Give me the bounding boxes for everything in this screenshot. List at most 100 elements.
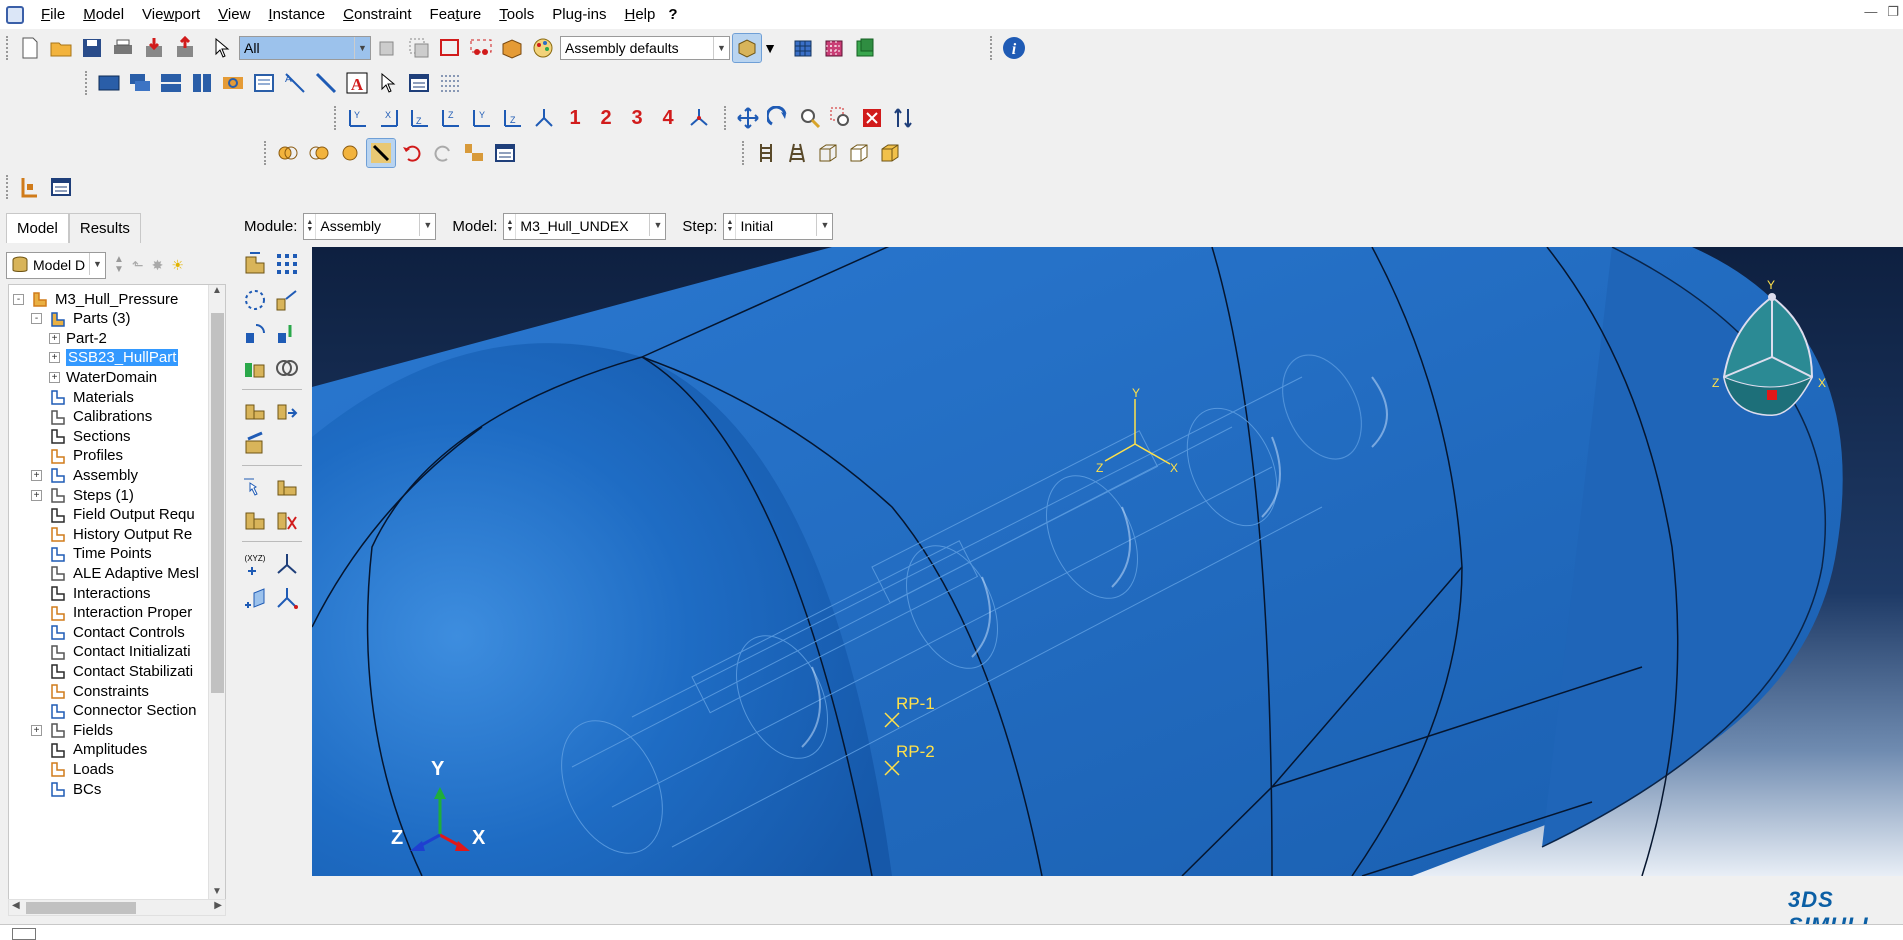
- tree-manager-icon[interactable]: [47, 173, 75, 201]
- bottom-view-icon[interactable]: Z: [499, 104, 527, 132]
- expand-icon[interactable]: +: [49, 332, 60, 344]
- wireframe-icon[interactable]: [814, 139, 842, 167]
- set-manager-icon[interactable]: [240, 505, 270, 535]
- create-text-icon[interactable]: A: [343, 69, 371, 97]
- create-line-icon[interactable]: [312, 69, 340, 97]
- collapse-icon[interactable]: -: [13, 293, 24, 305]
- user-view-2-button[interactable]: 2: [592, 104, 620, 132]
- model-spinner[interactable]: ▲ ▼: [504, 213, 517, 239]
- merge-cut-icon[interactable]: [272, 353, 302, 383]
- step-select[interactable]: ▲ ▼ Initial ▼: [723, 212, 834, 240]
- menu-item[interactable]: Viewport: [133, 6, 209, 23]
- menu-item[interactable]: View: [209, 6, 259, 23]
- coordinates-icon[interactable]: (XYZ): [240, 549, 270, 579]
- render-shaded-icon[interactable]: [732, 33, 762, 63]
- undo-icon[interactable]: [398, 139, 426, 167]
- menu-item[interactable]: Instance: [259, 6, 334, 23]
- selection-filter-select[interactable]: All ▼: [239, 36, 371, 60]
- message-icon[interactable]: [12, 928, 36, 940]
- print-icon[interactable]: [109, 34, 137, 62]
- select-entity-icon[interactable]: [374, 34, 402, 62]
- rotate-icon[interactable]: [765, 104, 793, 132]
- viewport-tile-v-icon[interactable]: [188, 69, 216, 97]
- tab-model[interactable]: Model: [6, 213, 69, 243]
- toolbar-grip[interactable]: [6, 175, 10, 199]
- datum-plane-icon[interactable]: [240, 583, 270, 613]
- link-viewports-icon[interactable]: [219, 69, 247, 97]
- expand-icon[interactable]: +: [31, 724, 42, 736]
- expand-icon[interactable]: +: [31, 489, 42, 501]
- menu-item[interactable]: Constraint: [334, 6, 420, 23]
- datum-axis-icon[interactable]: [272, 583, 302, 613]
- model-select[interactable]: ▲ ▼ M3_Hull_UNDEX ▼: [503, 212, 667, 240]
- iso-view-icon[interactable]: [530, 104, 558, 132]
- partition-icon[interactable]: [240, 429, 270, 459]
- tree-item[interactable]: BCs: [31, 777, 101, 801]
- restore-icon[interactable]: ❐: [1887, 4, 1899, 20]
- expand-icon[interactable]: +: [49, 352, 60, 364]
- render-dropdown-icon[interactable]: ▼: [763, 34, 777, 62]
- tree-filter-icon[interactable]: ✸: [152, 257, 164, 274]
- import-icon[interactable]: [140, 34, 168, 62]
- spinner-icon[interactable]: ▲ ▼: [114, 255, 124, 275]
- display-all-icon[interactable]: [336, 139, 364, 167]
- menu-item[interactable]: File: [32, 6, 74, 23]
- redo-icon[interactable]: [429, 139, 457, 167]
- scrollbar-thumb[interactable]: [26, 902, 136, 914]
- perspective-ladder-icon[interactable]: [783, 139, 811, 167]
- auto-fit-icon[interactable]: [858, 104, 886, 132]
- manager-icon[interactable]: [491, 139, 519, 167]
- display-groups-icon[interactable]: [274, 139, 302, 167]
- toolbar-grip[interactable]: [724, 106, 728, 130]
- toolbar-grip[interactable]: [264, 141, 268, 165]
- tab-results[interactable]: Results: [68, 213, 141, 243]
- menu-item[interactable]: Help: [615, 6, 664, 23]
- minimize-icon[interactable]: —: [1864, 4, 1877, 20]
- replace-icon[interactable]: [460, 139, 488, 167]
- list-options-icon[interactable]: [436, 69, 464, 97]
- toolbar-grip[interactable]: [990, 36, 994, 60]
- left-view-icon[interactable]: Z: [406, 104, 434, 132]
- ladder-icon[interactable]: [752, 139, 780, 167]
- toolbar-grip[interactable]: [85, 71, 89, 95]
- create-datum-icon[interactable]: [240, 395, 270, 425]
- toolbar-grip[interactable]: [742, 141, 746, 165]
- tree-hierarchy-icon[interactable]: [16, 173, 44, 201]
- csys-icon[interactable]: [272, 549, 302, 579]
- back-view-icon[interactable]: X: [375, 104, 403, 132]
- pan-icon[interactable]: [734, 104, 762, 132]
- viewport[interactable]: Y X Z Y X Z RP-1 RP-2 Y X Z: [312, 247, 1903, 876]
- info-icon[interactable]: i: [1000, 34, 1028, 62]
- user-view-1-button[interactable]: 1: [561, 104, 589, 132]
- right-view-icon[interactable]: Z: [437, 104, 465, 132]
- drag-shape-icon[interactable]: [436, 34, 464, 62]
- menu-item[interactable]: Feature: [421, 6, 491, 23]
- zoom-icon[interactable]: [796, 104, 824, 132]
- expand-icon[interactable]: +: [31, 469, 42, 481]
- create-instance-icon[interactable]: [240, 249, 270, 279]
- tree-horizontal-scrollbar[interactable]: ◀ ▶: [8, 899, 226, 916]
- open-folder-icon[interactable]: [47, 34, 75, 62]
- box-zoom-icon[interactable]: [827, 104, 855, 132]
- scroll-down-icon[interactable]: ▼: [209, 886, 225, 897]
- mesh-grid-icon[interactable]: [789, 34, 817, 62]
- viewport-single-icon[interactable]: [95, 69, 123, 97]
- new-file-icon[interactable]: [16, 34, 44, 62]
- module-select[interactable]: ▲ ▼ Assembly ▼: [303, 212, 437, 240]
- toolbar-grip[interactable]: [334, 106, 338, 130]
- translate-to-icon[interactable]: [272, 319, 302, 349]
- position-constraint-icon[interactable]: [240, 353, 270, 383]
- export-icon[interactable]: [171, 34, 199, 62]
- user-view-4-button[interactable]: 4: [654, 104, 682, 132]
- scroll-right-icon[interactable]: ▶: [214, 900, 222, 911]
- viewport-cascade-icon[interactable]: [126, 69, 154, 97]
- mesh-red-icon[interactable]: [820, 34, 848, 62]
- annotation-manager-icon[interactable]: [405, 69, 433, 97]
- cycle-views-icon[interactable]: [889, 104, 917, 132]
- user-view-3-button[interactable]: 3: [623, 104, 651, 132]
- select-arrow-icon[interactable]: [208, 34, 236, 62]
- select-box-icon[interactable]: [405, 34, 433, 62]
- hidden-lines-icon[interactable]: [845, 139, 873, 167]
- step-spinner[interactable]: ▲ ▼: [724, 213, 737, 239]
- datum-csys-icon[interactable]: [272, 395, 302, 425]
